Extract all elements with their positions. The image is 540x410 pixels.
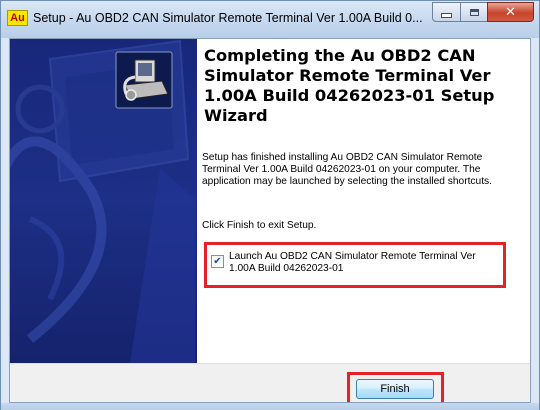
finish-button-highlight: Finish bbox=[347, 372, 444, 402]
installer-computer-icon bbox=[115, 51, 173, 109]
wizard-content: Completing the Au OBD2 CAN Simulator Rem… bbox=[197, 39, 530, 363]
launch-checkbox[interactable]: ✔ bbox=[211, 255, 224, 268]
app-icon: Au bbox=[7, 10, 28, 26]
wizard-heading: Completing the Au OBD2 CAN Simulator Rem… bbox=[204, 46, 495, 125]
title-bar[interactable]: Au Setup - Au OBD2 CAN Simulator Remote … bbox=[1, 1, 539, 38]
checkmark-icon: ✔ bbox=[213, 255, 222, 267]
launch-checkbox-label[interactable]: Launch Au OBD2 CAN Simulator Remote Term… bbox=[229, 251, 501, 275]
window-title: Setup - Au OBD2 CAN Simulator Remote Ter… bbox=[33, 11, 423, 25]
close-button[interactable]: ✕ bbox=[487, 2, 534, 22]
finished-message: Setup has finished installing Au OBD2 CA… bbox=[202, 152, 492, 187]
window-bottom-border bbox=[1, 403, 539, 410]
launch-option-highlight: ✔ Launch Au OBD2 CAN Simulator Remote Te… bbox=[204, 242, 506, 288]
button-bar: Finish bbox=[10, 363, 530, 402]
setup-window: Au Setup - Au OBD2 CAN Simulator Remote … bbox=[0, 0, 540, 410]
finish-button[interactable]: Finish bbox=[356, 379, 434, 399]
maximize-button[interactable] bbox=[460, 2, 488, 22]
maximize-icon bbox=[469, 8, 479, 16]
minimize-button[interactable] bbox=[432, 2, 461, 22]
exit-instruction: Click Finish to exit Setup. bbox=[202, 220, 317, 231]
wizard-client-area: Completing the Au OBD2 CAN Simulator Rem… bbox=[9, 38, 531, 403]
wizard-side-panel bbox=[10, 39, 197, 363]
minimize-icon bbox=[441, 13, 452, 18]
close-icon: ✕ bbox=[505, 4, 516, 20]
